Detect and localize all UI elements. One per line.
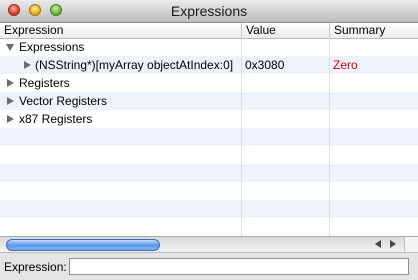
row-value: 0x3080	[245, 58, 285, 72]
disclosure-triangle-icon[interactable]	[24, 61, 31, 69]
disclosure-triangle-icon[interactable]	[7, 115, 14, 123]
window-title: Expressions	[170, 3, 248, 19]
table-row[interactable]: x87 Registers	[0, 110, 418, 128]
table-row[interactable]: Vector Registers	[0, 92, 418, 110]
row-summary: Zero	[333, 58, 358, 72]
row-label-x87-registers: x87 Registers	[19, 112, 93, 126]
expressions-outline[interactable]: Expressions (NSString*)[myArray objectAt…	[0, 38, 418, 236]
column-header-summary[interactable]: Summary	[330, 23, 418, 38]
column-header: Expression Value Summary	[0, 23, 418, 39]
row-label-expression: (NSString*)[myArray objectAtIndex:0]	[35, 58, 234, 72]
scroll-corner	[404, 236, 418, 252]
row-label-expressions: Expressions	[19, 40, 85, 54]
column-header-expression[interactable]: Expression	[0, 23, 242, 38]
table-row[interactable]: Registers	[0, 74, 418, 92]
expression-entry-bar: Expression:	[0, 252, 418, 280]
column-header-value[interactable]: Value	[242, 23, 330, 38]
scroll-right-arrow-icon[interactable]	[390, 240, 396, 248]
table-row[interactable]: Expressions	[0, 38, 418, 56]
expression-input[interactable]	[69, 258, 409, 275]
expressions-window: Expressions Expression Value Summary Exp…	[0, 0, 418, 280]
scroll-left-arrow-icon[interactable]	[375, 240, 381, 248]
table-row[interactable]: (NSString*)[myArray objectAtIndex:0] 0x3…	[0, 56, 418, 74]
row-label-registers: Registers	[19, 76, 70, 90]
row-label-vector-registers: Vector Registers	[19, 94, 108, 108]
horizontal-scrollbar[interactable]	[0, 236, 404, 252]
disclosure-triangle-icon[interactable]	[7, 79, 14, 87]
title-bar[interactable]: Expressions	[0, 0, 418, 23]
expression-label: Expression:	[4, 260, 67, 274]
disclosure-triangle-icon[interactable]	[7, 97, 14, 105]
scrollbar-thumb[interactable]	[6, 239, 160, 251]
disclosure-triangle-expanded-icon[interactable]	[6, 44, 14, 51]
